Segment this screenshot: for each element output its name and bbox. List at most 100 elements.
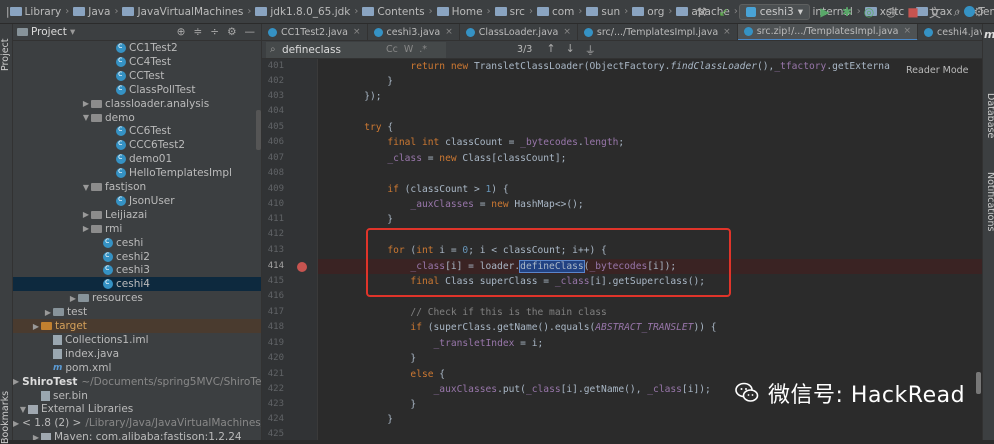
breadcrumb-item[interactable]: Contents	[362, 6, 425, 18]
chevron-down-icon[interactable]: ▼	[81, 113, 91, 122]
coverage-icon[interactable]: ◎	[862, 5, 876, 19]
minimize-icon[interactable]: —	[245, 26, 256, 38]
tree-row[interactable]: ceshi	[13, 236, 261, 250]
chevron-right-icon[interactable]: ▶	[81, 210, 91, 219]
tree-row[interactable]: JsonUser	[13, 194, 261, 208]
tree-row[interactable]: ▶ resources	[13, 291, 261, 305]
tree-row[interactable]: Collections1.iml	[13, 333, 261, 347]
breakpoint-icon[interactable]	[297, 262, 307, 272]
editor-tab[interactable]: ClassLoader.java ×	[460, 24, 578, 40]
chevron-right-icon[interactable]: ▶	[31, 322, 41, 331]
expand-all-icon[interactable]: ÷	[210, 26, 219, 38]
close-icon[interactable]: ×	[723, 27, 731, 37]
editor-tab[interactable]: src.zip!/.../TemplatesImpl.java ×	[737, 24, 919, 40]
editor-tab[interactable]: ceshi3.java ×	[368, 24, 460, 40]
editor-tab[interactable]: src/.../TemplatesImpl.java ×	[578, 24, 738, 40]
breadcrumb-item[interactable]: Home	[436, 6, 483, 18]
run-icon[interactable]: ▶	[818, 5, 832, 19]
project-scrollbar[interactable]	[256, 110, 261, 150]
code-line: });	[318, 91, 382, 102]
locate-icon[interactable]: ⊕	[177, 26, 186, 38]
close-icon[interactable]: ×	[353, 27, 361, 37]
run-config-selector[interactable]: ceshi3 ▾	[738, 4, 810, 20]
maven-tool-tab[interactable]: m	[984, 28, 994, 41]
search-everywhere-icon[interactable]: ⌕	[950, 5, 964, 20]
breadcrumb-item[interactable]: com	[536, 6, 574, 18]
match-case-toggle[interactable]: Cc	[386, 44, 398, 55]
regex-toggle[interactable]: .*	[419, 44, 427, 55]
settings-icon[interactable]: ⚙	[972, 5, 986, 19]
tree-row[interactable]: ceshi3	[13, 263, 261, 277]
editor-scrollbar[interactable]	[976, 372, 981, 394]
tree-row[interactable]: ▶ Leijiazai	[13, 208, 261, 222]
whole-word-toggle[interactable]: W	[404, 44, 413, 55]
chevron-right-icon[interactable]: ▶	[81, 99, 91, 108]
tree-row[interactable]: ▶ rmi	[13, 222, 261, 236]
tree-row[interactable]: ▶ ShiroTest ~/Documents/spring5MVC/ShiroTe…	[13, 375, 261, 389]
profiler-icon[interactable]: ◷	[884, 5, 898, 19]
close-icon[interactable]: ×	[445, 27, 453, 37]
tree-row[interactable]: ceshi4	[13, 277, 261, 292]
breadcrumb-item[interactable]: JavaVirtualMachines	[122, 6, 243, 18]
tree-row[interactable]: CC4Test	[13, 55, 261, 69]
close-icon[interactable]: ×	[903, 26, 911, 36]
chevron-down-icon[interactable]: ▾	[70, 26, 75, 38]
tree-row[interactable]: ▼ demo	[13, 111, 261, 125]
tree-row-path: /Library/Java/JavaVirtualMachines/jc	[85, 417, 262, 430]
translate-icon[interactable]: 文	[928, 4, 942, 21]
editor-tab[interactable]: CC1Test2.java ×	[262, 24, 368, 40]
chevron-right-icon[interactable]: ▶	[13, 419, 19, 428]
debug-icon[interactable]: ✱	[840, 5, 854, 19]
project-tool-tab[interactable]: Project	[0, 30, 13, 80]
editor-tab-label: ClassLoader.java	[478, 26, 559, 38]
database-tool-tab[interactable]: Database	[983, 86, 994, 146]
tree-row[interactable]: CCC6Test2	[13, 138, 261, 152]
chevron-right-icon[interactable]: ▶	[68, 294, 78, 303]
tree-row[interactable]: CCTest	[13, 69, 261, 83]
tree-row[interactable]: ▼ fastjson	[13, 180, 261, 194]
tree-row[interactable]: index.java	[13, 347, 261, 361]
chevron-right-icon[interactable]: ▶	[13, 377, 19, 386]
project-panel-title[interactable]: Project	[31, 26, 67, 38]
gear-icon[interactable]: ⚙	[227, 26, 236, 38]
tree-row-label: fastjson	[105, 181, 147, 193]
line-number: 420	[267, 353, 284, 363]
breadcrumb-item[interactable]: jdk1.8.0_65.jdk	[255, 6, 350, 18]
tree-row[interactable]: ClassPollTest	[13, 83, 261, 97]
tree-row[interactable]: demo01	[13, 152, 261, 166]
tree-row[interactable]: ▶ test	[13, 305, 261, 319]
chevron-down-icon[interactable]: ▼	[18, 405, 28, 414]
tree-row[interactable]: ▶ classloader.analysis	[13, 97, 261, 111]
tree-row[interactable]: ▼ External Libraries	[13, 402, 261, 416]
chevron-right-icon[interactable]: ▶	[43, 308, 53, 317]
hammer-icon[interactable]: ⚒	[695, 5, 709, 19]
tree-row-label: External Libraries	[41, 403, 134, 416]
reader-mode-button[interactable]: Reader Mode	[906, 65, 969, 76]
chevron-right-icon[interactable]: ▶	[31, 433, 41, 440]
breadcrumb-item[interactable]: org	[632, 6, 664, 18]
collapse-all-icon[interactable]: ≑	[193, 26, 202, 38]
notifications-tool-tab[interactable]: Notifications	[983, 162, 994, 242]
stop-icon[interactable]: ■	[906, 5, 920, 19]
tree-row[interactable]: ▶ < 1.8 (2) >/Library/Java/JavaVirtualMac…	[13, 416, 262, 430]
close-icon[interactable]: ×	[563, 27, 571, 37]
previous-match-icon[interactable]: ↑	[546, 42, 555, 58]
tree-row[interactable]: ser.bin	[13, 389, 261, 403]
filter-icon[interactable]: ⏚	[585, 42, 596, 58]
next-match-icon[interactable]: ↓	[566, 42, 575, 58]
tree-row[interactable]: ▶ Maven: com.alibaba:fastjson:1.2.24	[13, 430, 261, 440]
tree-row[interactable]: CC6Test	[13, 124, 261, 138]
tree-row[interactable]: ceshi2	[13, 250, 261, 264]
tree-row[interactable]: ▶ target	[13, 319, 261, 333]
breadcrumb-item[interactable]: Java	[73, 6, 110, 18]
tree-row[interactable]: HelloTemplatesImpl	[13, 166, 261, 180]
tree-row[interactable]: CC1Test2	[13, 41, 261, 55]
tree-row[interactable]: m pom.xml	[13, 361, 261, 375]
chevron-down-icon[interactable]: ▼	[81, 183, 91, 192]
breadcrumb-item[interactable]: sun	[586, 6, 620, 18]
breadcrumb-item[interactable]: src	[494, 6, 525, 18]
vcs-arrow-icon[interactable]: ↙	[717, 5, 731, 19]
breadcrumb-item[interactable]: Library	[9, 6, 61, 18]
chevron-right-icon[interactable]: ▶	[81, 224, 91, 233]
bookmarks-tool-tab[interactable]: Bookmarks	[0, 391, 13, 444]
